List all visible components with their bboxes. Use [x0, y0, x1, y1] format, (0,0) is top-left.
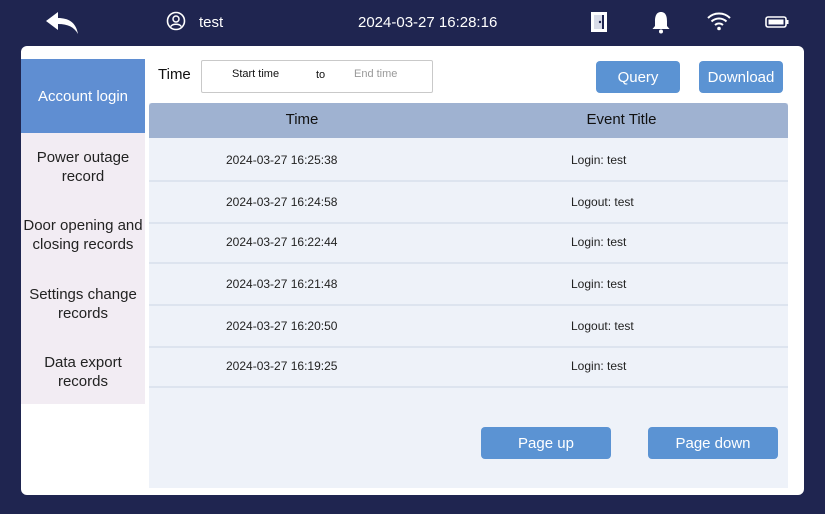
start-time-placeholder[interactable]: Start time	[232, 68, 279, 80]
wifi-icon	[707, 12, 731, 31]
sidebar-item-label: Power outage	[36, 149, 130, 166]
row-event: Logout: test	[571, 319, 634, 333]
sidebar-item-power-outage[interactable]: Power outage record	[21, 133, 145, 201]
bell-icon[interactable]	[650, 10, 672, 34]
sidebar-item-label: Data export	[44, 353, 122, 371]
page-up-button[interactable]: Page up	[481, 427, 611, 459]
sidebar-item-account-login[interactable]: Account login	[21, 59, 145, 133]
row-event: Login: test	[571, 153, 627, 167]
column-header-event-title: Event Title	[586, 111, 657, 128]
status-bar: test 2024-03-27 16:28:16	[0, 0, 825, 46]
sidebar-item-label: Settings change	[29, 286, 137, 303]
table-row[interactable]: 2024-03-27 16:19:25 Login: test	[149, 346, 788, 388]
row-event: Logout: test	[571, 195, 634, 209]
user-icon	[166, 11, 186, 31]
range-separator: to	[316, 69, 326, 81]
table-row[interactable]: 2024-03-27 16:21:48 Login: test	[149, 264, 788, 306]
row-time: 2024-03-27 16:19:25	[226, 359, 338, 373]
row-event: Login: test	[571, 277, 627, 291]
sidebar-item-label: Account login	[37, 87, 129, 105]
table-row[interactable]: 2024-03-27 16:20:50 Logout: test	[149, 306, 788, 348]
current-datetime: 2024-03-27 16:28:16	[358, 14, 498, 31]
table-row[interactable]: 2024-03-27 16:24:58 Logout: test	[149, 182, 788, 224]
row-time: 2024-03-27 16:21:48	[226, 277, 338, 291]
sidebar-item-data-export[interactable]: Data export records	[21, 339, 145, 404]
row-time: 2024-03-27 16:20:50	[226, 319, 338, 333]
download-button[interactable]: Download	[699, 61, 783, 93]
row-time: 2024-03-27 16:25:38	[226, 153, 338, 167]
sidebar-item-door-records[interactable]: Door opening and closing records	[21, 201, 145, 269]
username: test	[199, 14, 224, 31]
row-event: Login: test	[571, 235, 627, 249]
main-panel: Account login Power outage record Door o…	[21, 46, 804, 495]
end-time-placeholder[interactable]: End time	[354, 68, 397, 80]
date-range-input[interactable]: Start time to End time	[201, 60, 433, 93]
door-icon[interactable]	[589, 11, 609, 33]
table-header: Time Event Title	[149, 103, 788, 138]
back-icon[interactable]	[44, 10, 80, 36]
page-down-button[interactable]: Page down	[648, 427, 778, 459]
query-button[interactable]: Query	[596, 61, 680, 93]
sidebar-item-label: Door opening and	[23, 217, 143, 234]
table-row[interactable]: 2024-03-27 16:25:38 Login: test	[149, 140, 788, 182]
row-event: Login: test	[571, 359, 627, 373]
row-time: 2024-03-27 16:22:44	[226, 235, 338, 249]
row-time: 2024-03-27 16:24:58	[226, 195, 338, 209]
sidebar-item-label: records	[57, 305, 108, 322]
sidebar-item-settings-change[interactable]: Settings change records	[21, 269, 145, 339]
battery-icon	[765, 16, 789, 28]
sidebar-item-label: records	[57, 372, 108, 390]
time-filter-label: Time	[158, 66, 191, 83]
table-row[interactable]: 2024-03-27 16:22:44 Login: test	[149, 222, 788, 264]
column-header-time: Time	[285, 111, 319, 128]
sidebar-item-label: record	[61, 168, 105, 185]
sidebar-item-label: closing records	[32, 236, 134, 253]
